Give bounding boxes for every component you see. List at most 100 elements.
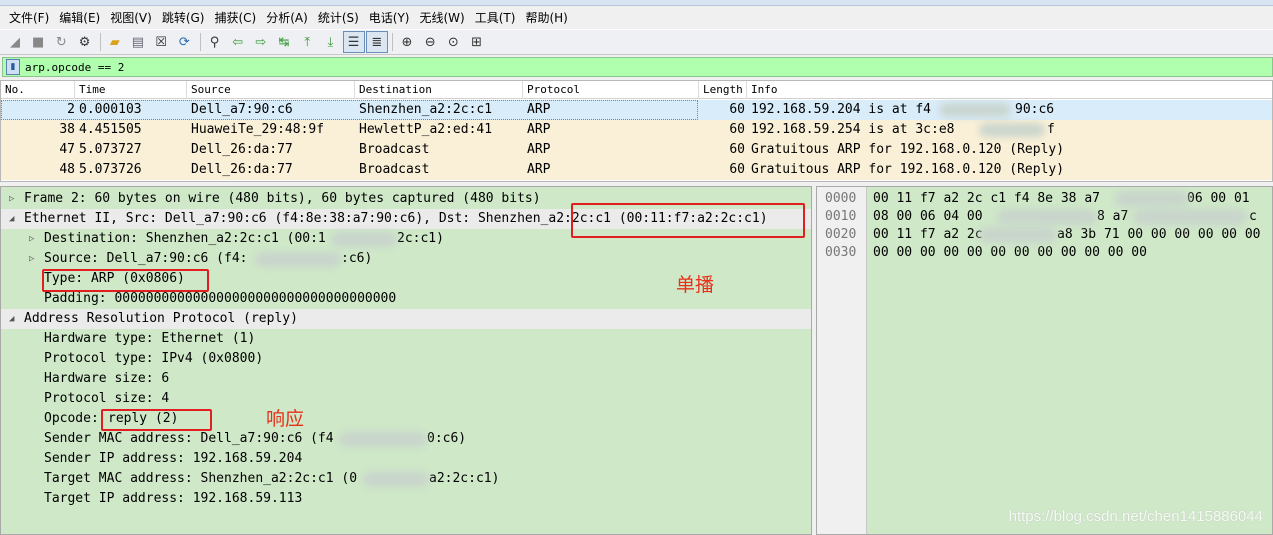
first-packet-icon[interactable]: ⤒ [296, 31, 318, 53]
menu-telephony[interactable]: 电话(Y) [364, 7, 415, 29]
expand-arrow-icon[interactable]: ▷ [29, 229, 34, 249]
packet-destination: HewlettP_a2:ed:41 [359, 122, 493, 137]
packet-destination: Shenzhen_a2:2c:c1 [359, 102, 493, 117]
packet-protocol: ARP [527, 122, 551, 137]
tree-item-hw-type[interactable]: Hardware type: Ethernet (1) [1, 329, 811, 349]
auto-scroll-icon[interactable]: ☰ [342, 31, 365, 53]
menu-capture[interactable]: 捕获(C) [209, 7, 261, 29]
packet-protocol: ARP [527, 142, 551, 157]
go-to-packet-icon[interactable]: ↹ [273, 31, 295, 53]
tree-item-label: Protocol type: IPv4 (0x0800) [44, 351, 264, 366]
menu-analyze[interactable]: 分析(A) [261, 7, 313, 29]
tree-item-sender-ip[interactable]: Sender IP address: 192.168.59.204 [1, 449, 811, 469]
find-packet-icon[interactable]: ⚲ [204, 31, 226, 53]
tree-item-label: Hardware type: Ethernet (1) [44, 331, 256, 346]
tree-item-label-tail: 2c:c1) [397, 231, 444, 246]
restart-icon[interactable]: ↻ [50, 31, 72, 53]
tree-item-label: Protocol size: 4 [44, 391, 170, 406]
packet-time: 5.073727 [79, 142, 142, 157]
hex-bytes-tail[interactable]: 8 a7 [1097, 208, 1128, 226]
hex-bytes[interactable]: 00 11 f7 a2 2c [873, 226, 983, 244]
tree-item-hw-size[interactable]: Hardware size: 6 [1, 369, 811, 389]
byte-offset: 0020 [825, 227, 857, 242]
collapse-arrow-icon[interactable]: ◢ [9, 209, 14, 229]
tree-item-label: Address Resolution Protocol (reply) [24, 311, 298, 326]
filter-bookmark-icon[interactable]: ▮ [6, 59, 20, 75]
redaction-blur [331, 232, 397, 247]
tree-item-label: Target MAC address: Shenzhen_a2:2c:c1 (0 [44, 471, 358, 486]
normal-size-icon[interactable]: ⊙ [442, 31, 464, 53]
hex-bytes[interactable]: 00 00 00 00 00 00 00 00 00 00 00 00 [873, 244, 1147, 262]
collapse-arrow-icon[interactable]: ◢ [9, 309, 14, 329]
packet-list: No. Time Source Destination Protocol Len… [0, 80, 1273, 182]
packet-row[interactable]: 38 4.451505 HuaweiTe_29:48:9f HewlettP_a… [1, 120, 1272, 140]
column-header-time[interactable]: Time [75, 81, 187, 99]
column-header-no[interactable]: No. [1, 81, 75, 99]
tree-item-label: Opcode: [44, 411, 99, 426]
packet-source: Dell_a7:90:c6 [191, 102, 293, 117]
column-header-length[interactable]: Length [699, 81, 747, 99]
last-packet-icon[interactable]: ⤓ [319, 31, 341, 53]
menu-help[interactable]: 帮助(H) [520, 7, 572, 29]
options-gear-icon[interactable]: ⚙ [74, 31, 96, 53]
tree-item-label: Hardware size: 6 [44, 371, 170, 386]
tree-item-label: Target IP address: 192.168.59.113 [44, 491, 303, 506]
menu-tools[interactable]: 工具(T) [470, 7, 521, 29]
packet-destination: Broadcast [359, 162, 430, 177]
open-folder-icon[interactable]: ▰ [104, 31, 126, 53]
menu-statistics[interactable]: 统计(S) [313, 7, 364, 29]
watermark-text: https://blog.csdn.net/chen1415886044 [1008, 508, 1263, 525]
packet-bytes-pane: 0000 0010 0020 0030 00 11 f7 a2 2c c1 f4… [816, 186, 1273, 535]
tree-item-proto-size[interactable]: Protocol size: 4 [1, 389, 811, 409]
save-file-icon[interactable]: ▤ [127, 31, 149, 53]
reload-icon[interactable]: ⟳ [173, 31, 195, 53]
close-file-icon[interactable]: ☒ [150, 31, 172, 53]
hex-bytes[interactable]: 08 00 06 04 00 [873, 208, 983, 226]
tree-item-target-ip[interactable]: Target IP address: 192.168.59.113 [1, 489, 811, 509]
menu-bar: 文件(F) 编辑(E) 视图(V) 跳转(G) 捕获(C) 分析(A) 统计(S… [0, 6, 1273, 29]
column-header-protocol[interactable]: Protocol [523, 81, 699, 99]
column-header-source[interactable]: Source [187, 81, 355, 99]
menu-view[interactable]: 视图(V) [105, 7, 157, 29]
packet-no: 38 [59, 122, 75, 137]
annotation-box-opcode [101, 409, 212, 431]
packet-row[interactable]: 48 5.073726 Dell_26:da:77 Broadcast ARP … [1, 160, 1272, 180]
packet-row[interactable]: 47 5.073727 Dell_26:da:77 Broadcast ARP … [1, 140, 1272, 160]
display-filter-input[interactable]: ▮ arp.opcode == 2 [2, 57, 1273, 77]
filter-text[interactable]: arp.opcode == 2 [25, 61, 124, 74]
forward-arrow-icon[interactable]: ⇨ [250, 31, 272, 53]
packet-no: 47 [59, 142, 75, 157]
colorize-icon[interactable]: ≣ [365, 31, 388, 53]
menu-edit[interactable]: 编辑(E) [54, 7, 105, 29]
packet-row[interactable]: 2 0.000103 Dell_a7:90:c6 Shenzhen_a2:2c:… [1, 100, 1272, 120]
menu-wireless[interactable]: 无线(W) [415, 7, 470, 29]
menu-go[interactable]: 跳转(G) [157, 7, 210, 29]
back-arrow-icon[interactable]: ⇦ [227, 31, 249, 53]
shark-fin-icon[interactable]: ◢ [4, 31, 26, 53]
tree-item-proto-type[interactable]: Protocol type: IPv4 (0x0800) [1, 349, 811, 369]
hex-bytes-tail[interactable]: c [1249, 208, 1257, 226]
packet-source: Dell_26:da:77 [191, 142, 293, 157]
tree-item-arp[interactable]: ◢ Address Resolution Protocol (reply) [1, 309, 811, 329]
hex-bytes[interactable]: 00 11 f7 a2 2c c1 f4 8e 38 a7 [873, 190, 1100, 208]
expand-arrow-icon[interactable]: ▷ [9, 189, 14, 209]
hex-bytes-tail[interactable]: a8 3b 71 00 00 00 00 00 00 [1057, 226, 1261, 244]
packet-list-header: No. Time Source Destination Protocol Len… [1, 81, 1272, 99]
hex-bytes-tail[interactable]: 06 00 01 [1187, 190, 1250, 208]
redaction-blur [979, 123, 1045, 137]
packet-info: 192.168.59.204 is at f4 [751, 102, 932, 117]
column-header-destination[interactable]: Destination [355, 81, 523, 99]
column-header-info[interactable]: Info [747, 81, 1272, 99]
zoom-out-icon[interactable]: ⊖ [419, 31, 441, 53]
tree-item-label: Sender MAC address: Dell_a7:90:c6 (f4 [44, 431, 334, 446]
stop-icon[interactable]: ■ [27, 31, 49, 53]
zoom-in-icon[interactable]: ⊕ [396, 31, 418, 53]
menu-file[interactable]: 文件(F) [4, 7, 54, 29]
packet-time: 0.000103 [79, 102, 142, 117]
packet-length: 60 [729, 162, 745, 177]
resize-columns-icon[interactable]: ⊞ [466, 31, 488, 53]
tree-item-eth-source[interactable]: ▷ Source: Dell_a7:90:c6 (f4: :c6) [1, 249, 811, 269]
expand-arrow-icon[interactable]: ▷ [29, 249, 34, 269]
packet-source: Dell_26:da:77 [191, 162, 293, 177]
packet-no: 48 [59, 162, 75, 177]
